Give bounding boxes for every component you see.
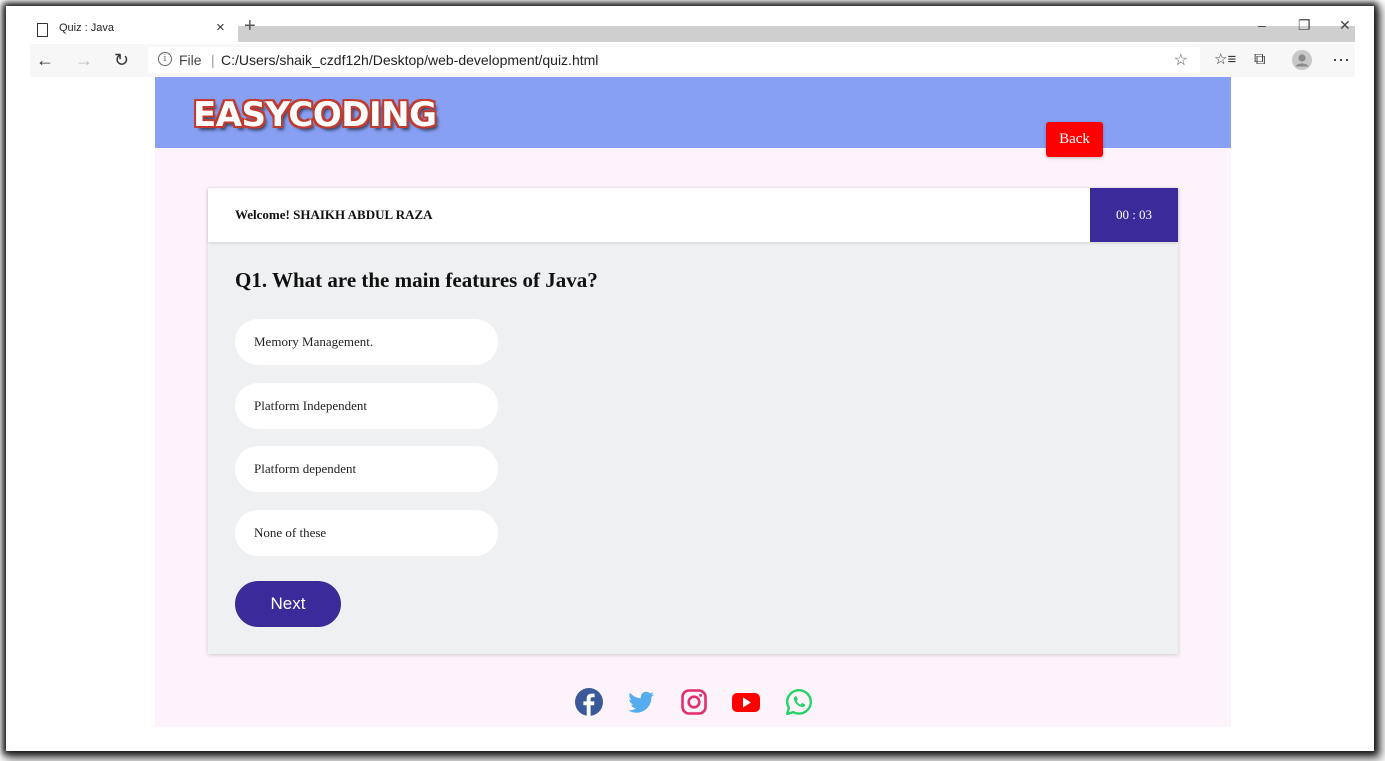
- option-none-of-these[interactable]: None of these: [235, 510, 498, 556]
- option-platform-dependent[interactable]: Platform dependent: [235, 446, 498, 492]
- tab-quiz-java[interactable]: Quiz : Java ×: [30, 16, 238, 42]
- forward-arrow-icon[interactable]: →: [75, 49, 93, 71]
- option-label: None of these: [254, 525, 327, 540]
- url-text[interactable]: C:/Users/shaik_czdf12h/Desktop/web-devel…: [221, 52, 598, 68]
- back-arrow-icon[interactable]: ←: [36, 49, 54, 71]
- tab-close-icon[interactable]: ×: [216, 19, 225, 36]
- twitter-icon[interactable]: [626, 687, 656, 717]
- quiz-card: Welcome! SHAIKH ABDUL RAZA 00 : 03 Q1. W…: [208, 188, 1178, 654]
- facebook-icon[interactable]: [574, 687, 604, 717]
- more-menu-icon[interactable]: ⋯: [1332, 49, 1350, 71]
- question-text: Q1. What are the main features of Java?: [235, 268, 598, 292]
- tab-title: Quiz : Java: [59, 22, 115, 34]
- info-icon[interactable]: i: [158, 52, 172, 66]
- quiz-header: Welcome! SHAIKH ABDUL RAZA 00 : 03: [208, 188, 1178, 242]
- file-label: File: [179, 52, 202, 68]
- instagram-icon[interactable]: [679, 687, 709, 717]
- page-icon: [37, 23, 48, 37]
- screenshot-frame: Quiz : Java × + – ❐ ✕ ← → ↻ i File | C:/…: [0, 0, 1385, 761]
- restore-icon[interactable]: ❐: [1298, 17, 1311, 34]
- option-label: Platform dependent: [254, 461, 357, 476]
- minimize-icon[interactable]: –: [1258, 17, 1266, 33]
- option-label: Memory Management.: [254, 334, 374, 349]
- quiz-timer: 00 : 03: [1090, 188, 1178, 242]
- window-close-icon[interactable]: ✕: [1339, 17, 1351, 34]
- collections-icon[interactable]: ⧉: [1254, 49, 1265, 71]
- address-bar[interactable]: i File | C:/Users/shaik_czdf12h/Desktop/…: [148, 47, 1200, 73]
- tab-strip: Quiz : Java × + – ❐ ✕: [30, 16, 1355, 42]
- youtube-icon[interactable]: [731, 687, 761, 717]
- favorites-list-icon[interactable]: ☆≡: [1214, 49, 1236, 71]
- whatsapp-icon[interactable]: [784, 687, 814, 717]
- option-platform-independent[interactable]: Platform Independent: [235, 383, 498, 429]
- site-logo: EASYCODING: [193, 95, 437, 135]
- address-separator: |: [211, 52, 215, 68]
- favorite-star-icon[interactable]: ☆: [1174, 50, 1188, 70]
- option-label: Platform Independent: [254, 398, 367, 413]
- web-page: EASYCODING Back Welcome! SHAIKH ABDUL RA…: [155, 77, 1231, 727]
- new-tab-icon[interactable]: +: [244, 16, 256, 36]
- profile-avatar-icon[interactable]: [1292, 50, 1312, 75]
- back-button[interactable]: Back: [1046, 122, 1103, 157]
- social-links: [574, 687, 814, 717]
- option-memory-management[interactable]: Memory Management.: [235, 319, 498, 365]
- refresh-icon[interactable]: ↻: [114, 49, 129, 71]
- tab-strip-background: [238, 26, 1355, 42]
- welcome-text: Welcome! SHAIKH ABDUL RAZA: [235, 207, 433, 222]
- next-button[interactable]: Next: [235, 581, 341, 627]
- browser-toolbar: ← → ↻ i File | C:/Users/shaik_czdf12h/De…: [30, 44, 1355, 77]
